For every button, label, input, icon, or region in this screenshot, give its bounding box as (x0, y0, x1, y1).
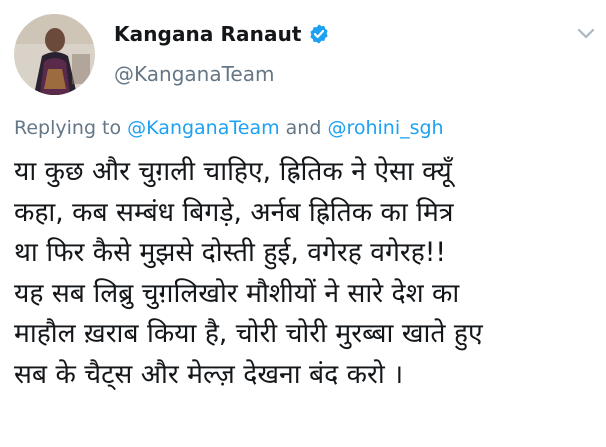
avatar[interactable] (14, 14, 95, 95)
tweet-text-line: कहा, कब सम्बंध बिगड़े, अर्नब ह्रितिक का … (14, 196, 454, 228)
author-name-row[interactable]: Kangana Ranaut (114, 22, 330, 46)
replying-to-prefix: Replying to (14, 117, 122, 139)
tweet-text-line: यह सब लिब्रु चुग़लिखोर मौशीयों ने सारे द… (14, 277, 460, 309)
author-display-name[interactable]: Kangana Ranaut (114, 22, 302, 46)
verified-badge-icon (309, 24, 328, 44)
author-handle[interactable]: @KanganaTeam (114, 62, 274, 86)
tweet-text: या कुछ और चुग़ली चाहिए, ह्रितिक ने ऐसा क… (14, 152, 604, 395)
chevron-down-icon[interactable] (577, 27, 595, 41)
reply-mention-link[interactable]: @KanganaTeam (127, 117, 279, 139)
avatar-image (14, 14, 95, 95)
reply-mention-link[interactable]: @rohini_sgh (327, 117, 443, 139)
tweet-text-line: माहौल ख़राब किया है, चोरी चोरी मुरब्बा ख… (14, 318, 483, 349)
tweet-text-line: सब के चैट्स और मेल्ज़ देखना बंद करो । (14, 358, 404, 390)
tweet-text-line: था फिर कैसे मुझसे दोस्ती हुई, वगेरह वगेर… (14, 237, 447, 268)
replying-to-conjunction: and (285, 117, 322, 139)
replying-to-line: Replying to @KanganaTeam and @rohini_sgh (14, 117, 444, 139)
tweet-text-line: या कुछ और चुग़ली चाहिए, ह्रितिक ने ऐसा क… (14, 156, 452, 187)
